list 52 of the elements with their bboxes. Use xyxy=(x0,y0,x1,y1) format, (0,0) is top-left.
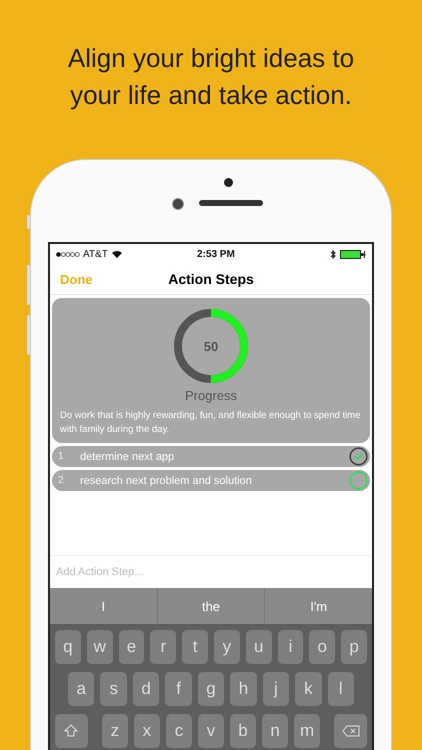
key[interactable]: j xyxy=(262,672,290,706)
key[interactable]: e xyxy=(118,630,144,664)
key[interactable]: y xyxy=(214,630,240,664)
goal-text: Do work that is highly rewarding, fun, and flexible enough to spend time with family during the day. xyxy=(60,409,362,437)
headline: Align your bright ideas to your life and take action. xyxy=(68,42,354,112)
checked-circle-icon[interactable] xyxy=(349,447,368,466)
step-row[interactable]: 1 determine next app xyxy=(52,446,370,467)
signal-icon xyxy=(56,252,80,256)
nav-title: Action Steps xyxy=(168,271,254,287)
step-text: research next problem and solution xyxy=(80,474,253,486)
backspace-icon xyxy=(342,725,360,737)
key[interactable]: x xyxy=(134,714,160,748)
step-text: determine next app xyxy=(80,450,176,462)
wifi-icon xyxy=(112,250,122,258)
key[interactable]: f xyxy=(165,672,192,706)
carrier: AT&T xyxy=(83,248,108,260)
key[interactable]: i xyxy=(278,630,304,664)
shift-icon xyxy=(64,724,78,738)
key[interactable]: m xyxy=(294,714,320,748)
key[interactable]: h xyxy=(230,672,257,706)
key[interactable]: z xyxy=(102,714,128,748)
key[interactable]: d xyxy=(132,672,160,706)
key[interactable]: v xyxy=(198,714,224,748)
progress-value: 50 xyxy=(204,339,218,354)
key[interactable]: r xyxy=(150,630,176,664)
key[interactable]: l xyxy=(328,672,354,706)
key[interactable]: k xyxy=(295,672,322,706)
camera-icon xyxy=(172,198,184,210)
bluetooth-icon xyxy=(330,250,336,258)
progress-label: Progress xyxy=(184,388,238,403)
key[interactable]: q xyxy=(55,630,81,664)
key[interactable]: u xyxy=(246,630,272,664)
sensor-icon xyxy=(224,178,233,187)
key[interactable]: s xyxy=(100,672,127,706)
step-row[interactable]: 2 research next problem and solution xyxy=(52,470,370,491)
step-number: 2 xyxy=(58,475,65,486)
key[interactable]: b xyxy=(230,714,256,748)
key[interactable]: w xyxy=(86,630,113,664)
key[interactable]: o xyxy=(309,630,336,664)
battery-icon xyxy=(340,250,366,258)
key[interactable]: n xyxy=(262,714,288,748)
done-button[interactable]: Done xyxy=(60,272,92,286)
speaker-icon xyxy=(199,200,263,206)
key[interactable]: c xyxy=(166,714,192,748)
key[interactable]: g xyxy=(198,672,224,706)
delete-key[interactable] xyxy=(334,714,367,748)
key[interactable]: p xyxy=(341,630,367,664)
shift-key[interactable] xyxy=(55,714,88,748)
key[interactable]: t xyxy=(182,630,208,664)
clock: 2:53 PM xyxy=(196,248,236,260)
step-number: 1 xyxy=(58,451,65,462)
key[interactable]: a xyxy=(68,672,94,706)
